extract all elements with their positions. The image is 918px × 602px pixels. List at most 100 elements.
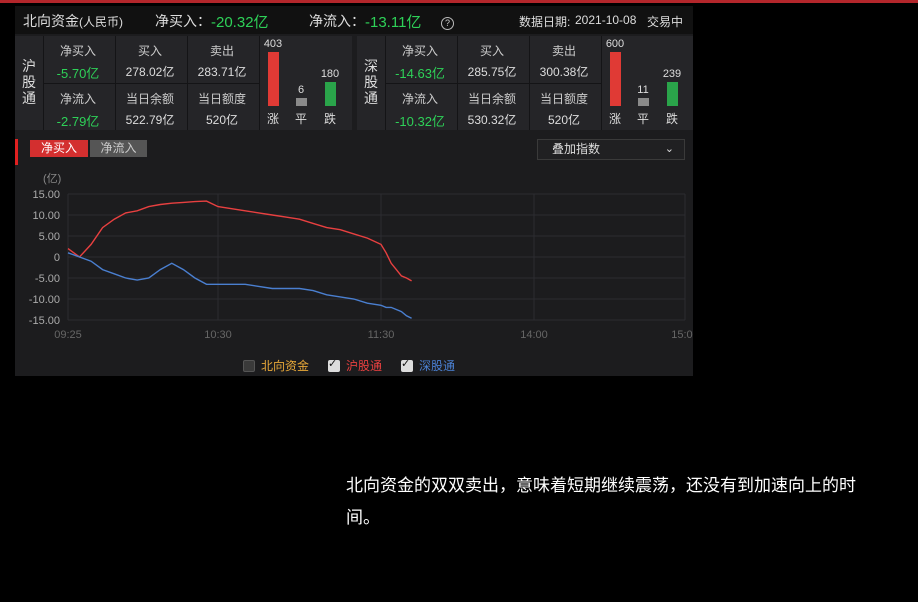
header-net-buy-value: -20.32亿 xyxy=(211,14,269,31)
northbound-line-chart: (亿) 15.00 10.00 5.00 0 -5.00 -10.00 -15.00 09:25… xyxy=(29,172,693,341)
sgt-down-bar xyxy=(667,82,678,106)
legend-hgt[interactable]: ✓ 沪股通 xyxy=(328,357,382,374)
label: 当日余额 xyxy=(125,92,174,106)
divider xyxy=(385,83,601,84)
check-icon: ✓ xyxy=(328,357,338,370)
legend-north[interactable]: 北向资金 xyxy=(243,357,309,374)
sgt-block: 深 股 通 净买入 -14.63亿 买入 285.75亿 卖出 300.38亿 净流入… xyxy=(357,36,693,130)
y-tick-label: -5.00 xyxy=(35,273,60,285)
header-net-inflow-value: -13.11亿 xyxy=(365,14,422,31)
panel-header: 北向资金(人民币) 净买入： -20.32亿 净流入： -13.11亿 ? 数据… xyxy=(15,6,693,34)
x-tick-label: 11:30 xyxy=(368,329,395,341)
chevron-down-icon: ⌄ xyxy=(664,143,674,155)
sgt-name: 深 股 通 xyxy=(361,58,381,106)
y-tick-label: 5.00 xyxy=(39,231,60,243)
divider xyxy=(601,36,602,130)
hgt-sell: 卖出 283.71亿 xyxy=(187,42,257,80)
value: 285.75亿 xyxy=(467,65,517,79)
help-glyph: ? xyxy=(441,17,454,30)
northbound-panel: 北向资金(人民币) 净买入： -20.32亿 净流入： -13.11亿 ? 数据… xyxy=(15,6,693,376)
check-icon: ✓ xyxy=(401,357,411,370)
x-tick-label: 15:00 xyxy=(671,329,693,341)
sgt-quota: 当日额度 520亿 xyxy=(529,90,599,128)
top-accent-line xyxy=(0,0,918,3)
label: 卖出 xyxy=(209,44,234,58)
dropdown-label: 叠加指数 xyxy=(552,142,601,156)
hgt-name-char: 沪 xyxy=(22,58,36,74)
checkbox-north[interactable] xyxy=(243,359,255,372)
value: 283.71亿 xyxy=(197,65,247,79)
hgt-quota: 当日额度 520亿 xyxy=(187,90,257,128)
label: 当日额度 xyxy=(539,92,588,106)
y-tick-label: -10.00 xyxy=(29,294,60,306)
hgt-flat-bar xyxy=(296,98,307,106)
hgt-buy: 买入 278.02亿 xyxy=(115,42,185,80)
date-label: 数据日期: xyxy=(519,15,571,29)
label: 买入 xyxy=(479,44,504,58)
value: -5.70亿 xyxy=(56,66,100,81)
label: 买入 xyxy=(137,44,162,58)
x-tick-label: 09:25 xyxy=(54,329,82,341)
sgt-flat-count: 11 xyxy=(637,84,649,96)
legend-north-label: 北向资金 xyxy=(261,359,310,373)
series-line-hgt xyxy=(67,200,412,282)
divider xyxy=(43,83,259,84)
date-value: 2021-10-08 xyxy=(575,13,637,27)
sgt-buy: 买入 285.75亿 xyxy=(457,42,527,80)
x-tick-label: 10:30 xyxy=(204,329,232,341)
label: 净买入 xyxy=(59,44,96,58)
hgt-name: 沪 股 通 xyxy=(19,58,39,106)
hgt-flat-label: 平 xyxy=(294,112,307,126)
header-net-inflow-label: 净流入： xyxy=(309,13,365,29)
sgt-balance: 当日余额 530.32亿 xyxy=(457,90,527,128)
hgt-up-bar xyxy=(268,52,279,106)
series-line-sgt xyxy=(67,252,412,319)
hgt-up-label: 涨 xyxy=(266,112,279,126)
hgt-balance: 当日余额 522.79亿 xyxy=(115,90,185,128)
y-tick-label: 10.00 xyxy=(32,210,60,222)
legend-sgt-label: 深股通 xyxy=(419,359,456,373)
sgt-name-char: 深 xyxy=(364,58,378,74)
value: 278.02亿 xyxy=(125,65,175,79)
sgt-net-inflow: 净流入 -10.32亿 xyxy=(385,90,455,130)
y-axis-unit-label: (亿) xyxy=(43,172,61,185)
hgt-flat-count: 6 xyxy=(297,84,305,96)
sgt-name-char: 通 xyxy=(364,90,378,106)
value: -14.63亿 xyxy=(395,66,445,81)
y-tick-label: 15.00 xyxy=(32,189,60,201)
label: 当日额度 xyxy=(197,92,246,106)
hgt-block: 沪 股 通 净买入 -5.70亿 买入 278.02亿 卖出 283.71亿 净流入 -… xyxy=(15,36,352,130)
hgt-net-buy: 净买入 -5.70亿 xyxy=(43,42,113,82)
sgt-name-char: 股 xyxy=(364,74,378,90)
x-tick-label: 14:00 xyxy=(520,329,548,341)
sgt-up-count: 600 xyxy=(605,38,625,50)
hgt-name-char: 通 xyxy=(22,90,36,106)
overlay-index-dropdown[interactable]: 叠加指数 ⌄ xyxy=(537,139,685,160)
checkbox-sgt[interactable]: ✓ xyxy=(401,357,413,372)
hgt-down-bar xyxy=(325,82,336,106)
question-circle-icon[interactable]: ? xyxy=(441,13,454,30)
hgt-name-char: 股 xyxy=(22,74,36,90)
value: 520亿 xyxy=(205,113,239,127)
label: 卖出 xyxy=(551,44,576,58)
sgt-up-label: 涨 xyxy=(608,112,621,126)
checkbox-hgt[interactable]: ✓ xyxy=(328,357,340,372)
article-caption: 北向资金的双双卖出，意味着短期继续震荡，还没有到加速向上的时间。 xyxy=(346,476,856,527)
y-tick-label: 0 xyxy=(54,252,60,264)
tab-net-inflow[interactable]: 净流入 xyxy=(90,140,147,157)
sgt-down-count: 239 xyxy=(662,68,682,80)
legend-hgt-label: 沪股通 xyxy=(346,359,383,373)
value: 530.32亿 xyxy=(467,113,517,127)
value: 300.38亿 xyxy=(539,65,589,79)
hgt-down-label: 跌 xyxy=(323,112,336,126)
title-text: 北向资金 xyxy=(23,13,79,29)
hgt-net-inflow: 净流入 -2.79亿 xyxy=(43,90,113,130)
label: 当日余额 xyxy=(467,92,516,106)
legend-sgt[interactable]: ✓ 深股通 xyxy=(401,357,455,374)
sgt-net-buy: 净买入 -14.63亿 xyxy=(385,42,455,82)
panel-title: 北向资金(人民币) xyxy=(23,11,123,31)
tab-net-buy[interactable]: 净买入 xyxy=(30,140,88,157)
trading-status: 交易中 xyxy=(647,15,684,29)
hgt-up-count: 403 xyxy=(263,38,283,50)
sgt-flat-label: 平 xyxy=(636,112,649,126)
